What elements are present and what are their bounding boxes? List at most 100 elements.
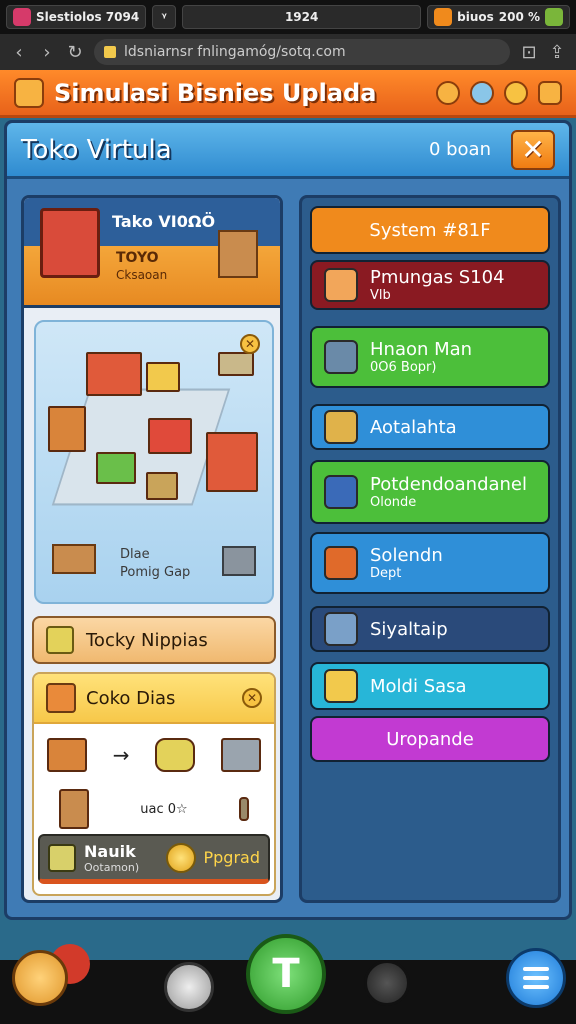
- gear-icon[interactable]: [538, 80, 562, 105]
- shelf-icon: [218, 230, 258, 278]
- battery-icon: [545, 8, 563, 26]
- menu-button[interactable]: [506, 948, 566, 1008]
- box-icon: [46, 626, 74, 654]
- globe-icon[interactable]: [470, 80, 494, 105]
- menu-item-label: Solendn: [370, 545, 443, 566]
- status-app: Slestiolos 7094: [6, 5, 147, 29]
- menu-line: [523, 976, 549, 980]
- shelf-unit[interactable]: [206, 432, 258, 492]
- placement-label: Dlae Pomig Gap: [120, 546, 190, 582]
- close-icon[interactable]: ✕: [242, 688, 262, 708]
- window-header: Toko Virtula 0 boan ✕: [7, 123, 569, 179]
- reload-icon[interactable]: ↻: [66, 42, 84, 63]
- placement-line2: Pomig Gap: [120, 565, 191, 580]
- menu-item-text: Siyaltaip: [370, 619, 448, 640]
- produce-stand[interactable]: [96, 452, 136, 484]
- close-button[interactable]: ✕: [511, 129, 555, 170]
- store-layout-view[interactable]: ✕ Dlae Pomig Gap: [34, 320, 274, 604]
- page-title: Simulasi Bisnies Uplada: [54, 78, 377, 107]
- sun-icon[interactable]: [436, 80, 460, 105]
- menu-item[interactable]: Solendn Dept: [310, 532, 550, 594]
- wrench-icon[interactable]: [238, 797, 249, 821]
- shelf-icon[interactable]: [59, 789, 90, 829]
- lock-icon: [104, 46, 116, 58]
- menu-item[interactable]: Uropande: [310, 716, 550, 762]
- shelf-unit[interactable]: [86, 352, 142, 396]
- arrow-icon: →: [112, 743, 130, 767]
- shop-card[interactable]: Tako VI0ΩÖ TOYO Cksaoan: [24, 198, 280, 308]
- menu-item-label: Hnaon Man: [370, 339, 473, 360]
- menu-item-text: Solendn Dept: [370, 545, 443, 581]
- share-icon[interactable]: ⇪: [548, 42, 566, 63]
- store-icon: [40, 208, 100, 278]
- bench-icon[interactable]: [52, 544, 96, 574]
- tabs-icon[interactable]: ⊡: [520, 42, 538, 63]
- wrench-tool-icon[interactable]: [364, 960, 410, 1006]
- shelf-unit[interactable]: [148, 418, 192, 454]
- shop-upgrade-label: Tocky Nippias: [86, 629, 208, 651]
- cash-register-icon[interactable]: [222, 546, 256, 576]
- menu-item-sub: 0O6 Bopr): [370, 360, 437, 375]
- menu-item[interactable]: Pmungas S104 Vlb: [310, 260, 550, 310]
- back-icon[interactable]: ‹: [10, 42, 28, 63]
- menu-item-text: Pmungas S104 Vlb: [370, 267, 505, 303]
- menu-item-sub: Dept: [370, 566, 402, 581]
- build-button[interactable]: T: [246, 934, 326, 1014]
- menu-item-sub: Vlb: [370, 288, 391, 303]
- menu-item-text: Potdendoandanel Olonde: [370, 474, 527, 510]
- coin-icon[interactable]: [504, 80, 528, 105]
- menu-item-text: Moldi Sasa: [370, 676, 467, 697]
- upgrade-title: Nauik: [84, 841, 136, 861]
- workbench-icon[interactable]: [46, 738, 87, 772]
- shelf-unit[interactable]: [48, 406, 86, 452]
- status-center: 1924: [182, 5, 422, 29]
- menu-item[interactable]: Aotalahta: [310, 404, 550, 450]
- window-title: Toko Virtula: [21, 134, 172, 165]
- recipe-row: →: [34, 730, 274, 780]
- recipe-text: uac 0☆: [140, 801, 188, 817]
- machine-icon[interactable]: [221, 738, 262, 772]
- upgrade-sub: Ootamon): [84, 860, 140, 874]
- menu-item-icon: [324, 669, 358, 703]
- url-bar[interactable]: ldsniarnsr fnlingamóg/sotq.com: [94, 39, 510, 65]
- shop-tag: TOYO: [116, 250, 159, 266]
- menu-item-label: Moldi Sasa: [370, 675, 467, 697]
- url-text: ldsniarnsr fnlingamóg/sotq.com: [124, 44, 346, 60]
- shelf-unit[interactable]: [146, 362, 180, 392]
- menu-item[interactable]: System #81F: [310, 206, 550, 254]
- menu-item-icon: [324, 475, 358, 509]
- forward-icon[interactable]: ›: [38, 42, 56, 63]
- upgrade-bar[interactable]: Nauik Ootamon) Ppgrad: [38, 834, 270, 884]
- coin-icon: [165, 842, 196, 873]
- menu-item[interactable]: Moldi Sasa: [310, 662, 550, 710]
- shop-panel: Tako VI0ΩÖ TOYO Cksaoan ✕ Dlae Pomig Gap: [21, 195, 283, 903]
- menu-item-label: System #81F: [369, 219, 491, 241]
- menu-item-label: Aotalahta: [370, 416, 457, 438]
- chest-icon[interactable]: [12, 950, 68, 1006]
- battery-value: 200 %: [498, 10, 540, 24]
- puzzle-icon[interactable]: [155, 738, 196, 772]
- action-menu: System #81F Pmungas S104 Vlb Hnaon Man 0O6 B…: [299, 195, 561, 903]
- menu-item-icon: [324, 612, 358, 646]
- menu-item-text: Uropande: [386, 729, 474, 750]
- menu-item-icon: [324, 410, 358, 444]
- menu-item-text: System #81F: [369, 220, 490, 241]
- shop-upgrade-button[interactable]: Tocky Nippias: [32, 616, 276, 664]
- close-icon[interactable]: ✕: [240, 334, 260, 354]
- menu-item-label: Pmungas S104: [370, 267, 505, 288]
- checkout-counter[interactable]: [146, 472, 178, 500]
- camera-icon[interactable]: [164, 962, 214, 1012]
- game-header: Simulasi Bisnies Uplada: [0, 70, 576, 118]
- upgrade-text: Nauik Ootamon): [84, 842, 158, 874]
- shop-name: Tako VI0ΩÖ: [112, 212, 216, 231]
- menu-item[interactable]: Hnaon Man 0O6 Bopr): [310, 326, 550, 388]
- window-subtitle: 0 boan: [428, 139, 491, 160]
- menu-item[interactable]: Potdendoandanel Olonde: [310, 460, 550, 524]
- status-right: biuos 200 %: [427, 5, 570, 29]
- menu-line: [523, 985, 549, 989]
- register-icon[interactable]: [218, 352, 254, 376]
- menu-item[interactable]: Siyaltaip: [310, 606, 550, 652]
- status-center-label: 1924: [284, 10, 319, 24]
- production-title: Coko Dias: [86, 687, 176, 709]
- crate-icon: [46, 683, 76, 713]
